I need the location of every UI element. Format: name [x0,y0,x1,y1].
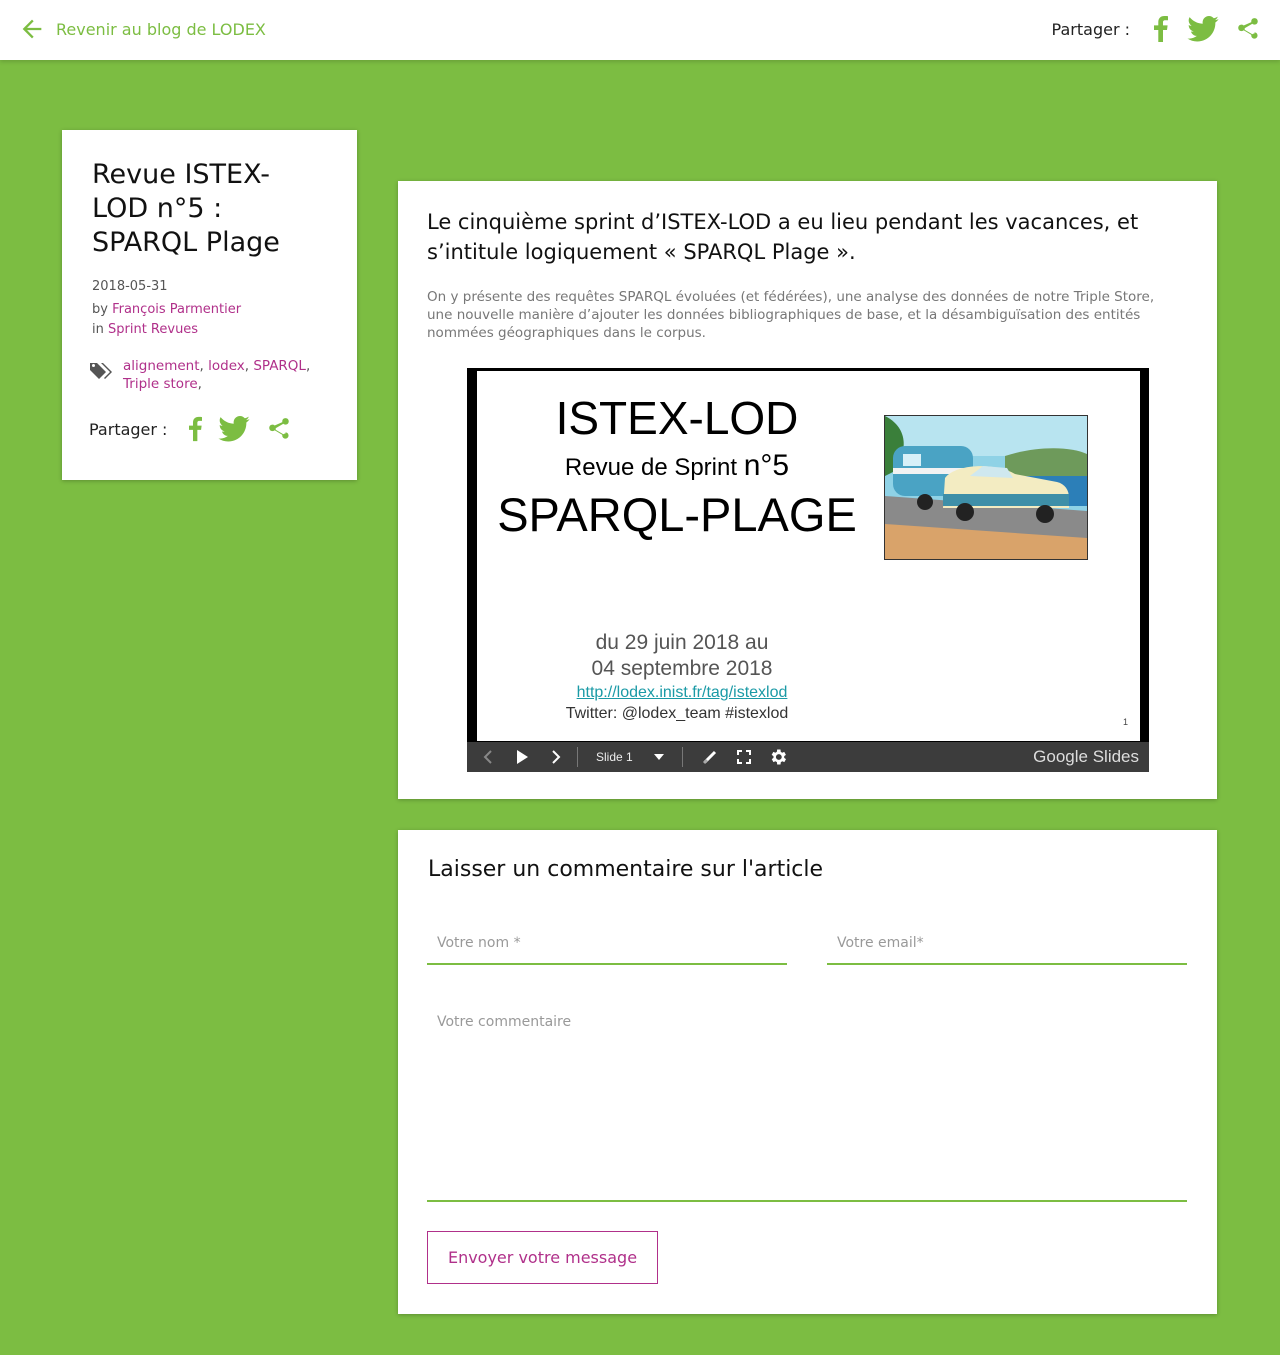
laser-pointer-button[interactable] [693,742,727,772]
post-info-card: Revue ISTEX-LOD n°5 : SPARQL Plage 2018-… [62,130,357,480]
post-date: 2018-05-31 [92,279,168,294]
fullscreen-button[interactable] [727,742,761,772]
slide-subtitle: Revue de Sprint n°5 [477,449,877,483]
twitter-icon [1187,16,1219,42]
tag-list: alignement, lodex, SPARQL, Triple store, [123,358,311,392]
slide-content: ISTEX-LOD Revue de Sprint n°5 SPARQL-PLA… [477,371,1140,741]
twitter-share-button[interactable] [1186,14,1220,44]
previous-slide-button[interactable] [471,742,505,772]
tag-link[interactable]: lodex [208,358,245,374]
toolbar-divider [577,747,578,767]
share-icon [1238,18,1258,39]
slide-title: ISTEX-LOD [555,392,799,444]
by-prefix: by [92,302,108,317]
facebook-share-button[interactable] [183,414,207,444]
slide-page-number: 1 [1123,717,1129,727]
slides-toolbar: Slide 1 Google Slides [467,742,1149,772]
back-link-label: Revenir au blog de LODEX [56,19,266,39]
facebook-share-button[interactable] [1148,14,1174,44]
in-prefix: in [92,322,104,337]
slide-illustration [884,415,1088,560]
post-category-line: in Sprint Revues [92,322,198,337]
settings-button[interactable] [761,742,795,772]
next-slide-button[interactable] [539,742,573,772]
facebook-icon [188,416,202,442]
author-link[interactable]: François Parmentier [112,302,241,317]
generic-share-button[interactable] [265,414,293,444]
category-link[interactable]: Sprint Revues [108,322,198,337]
toolbar-divider [682,747,683,767]
tag-link[interactable]: Triple store [123,376,198,392]
arrow-left-icon [22,19,42,39]
generic-share-button[interactable] [1234,14,1262,44]
post-author-line: by François Parmentier [92,302,241,317]
chevron-right-icon [552,750,561,764]
top-share-group: Partager : [1052,14,1262,44]
article-card: Le cinquième sprint d’ISTEX-LOD a eu lie… [398,181,1217,799]
twitter-icon [218,416,251,442]
comment-field[interactable] [427,1006,1187,1202]
chevron-left-icon [483,750,492,764]
facebook-icon [1154,16,1168,42]
tag-link[interactable]: SPARQL [253,358,306,374]
slide-subtitle-prefix: Revue de Sprint [564,454,738,481]
comment-card: Laisser un commentaire sur l'article Env… [398,830,1217,1314]
google-slides-brand[interactable]: Google Slides [1033,747,1139,767]
slides-embed[interactable]: ISTEX-LOD Revue de Sprint n°5 SPARQL-PLA… [467,368,1149,772]
tags-row: alignement, lodex, SPARQL, Triple store, [89,357,323,393]
play-button[interactable] [505,742,539,772]
post-title: Revue ISTEX-LOD n°5 : SPARQL Plage [92,159,280,258]
email-field[interactable] [827,923,1187,965]
send-message-button[interactable]: Envoyer votre message [427,1231,658,1284]
tag-link[interactable]: alignement [123,358,200,374]
slide-selector[interactable]: Slide 1 [582,742,678,772]
slide-name: SPARQL-PLAGE [497,488,857,541]
current-slide-label: Slide 1 [596,750,633,764]
dropdown-icon [654,754,664,760]
top-bar: Revenir au blog de LODEX Partager : [0,0,1280,60]
share-label: Partager : [89,419,168,439]
fullscreen-icon [737,750,751,764]
name-field[interactable] [427,923,787,965]
article-lead: Le cinquième sprint d’ISTEX-LOD a eu lie… [427,210,1139,264]
slide-date-line2: 04 septembre 2018 [591,657,773,680]
article-description: On y présente des requêtes SPARQL évolué… [427,289,1155,341]
gear-icon [771,749,786,765]
share-label: Partager : [1051,19,1130,39]
tag-icon [90,363,112,379]
pointer-icon [702,750,717,765]
twitter-share-button[interactable] [217,414,251,444]
slide-link[interactable]: http://lodex.inist.fr/tag/istexlod [537,684,827,702]
comment-form-title: Laisser un commentaire sur l'article [428,857,824,882]
play-icon [517,750,528,764]
side-share-group: Partager : [89,414,293,444]
share-icon [269,418,290,439]
slide-subtitle-number: n°5 [743,449,790,482]
slide-date-line1: du 29 juin 2018 au [595,631,769,654]
back-to-blog-link[interactable]: Revenir au blog de LODEX [18,15,266,43]
slide-twitter: Twitter: @lodex_team #istexlod [565,705,789,722]
